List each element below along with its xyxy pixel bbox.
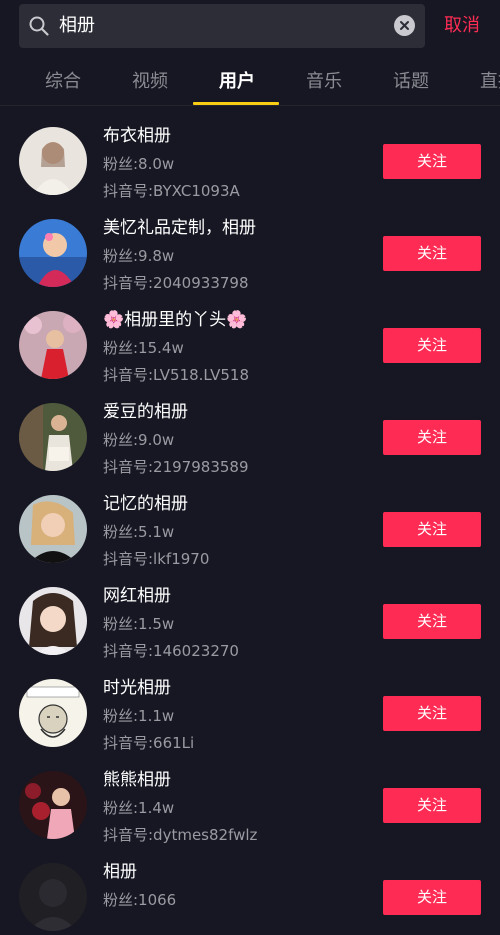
list-item[interactable]: 记忆的相册 粉丝:5.1w 抖音号:lkf1970 关注: [0, 475, 500, 568]
user-id: 抖音号:2040933798: [103, 274, 249, 292]
active-tab-indicator: [193, 102, 279, 105]
follow-button[interactable]: 关注: [383, 604, 481, 639]
search-icon: [29, 16, 49, 36]
cancel-button[interactable]: 取消: [444, 14, 480, 38]
follow-button[interactable]: 关注: [383, 144, 481, 179]
user-name: 熊熊相册: [103, 770, 171, 790]
user-name: 布衣相册: [103, 126, 171, 146]
tab-general[interactable]: 综合: [45, 70, 81, 94]
user-name: 美忆礼品定制，相册: [103, 218, 256, 238]
list-item[interactable]: 爱豆的相册 粉丝:9.0w 抖音号:2197983589 关注: [0, 383, 500, 476]
fans-count: 粉丝:15.4w: [103, 339, 184, 357]
follow-button[interactable]: 关注: [383, 420, 481, 455]
search-query[interactable]: 相册: [59, 14, 95, 38]
list-item[interactable]: 熊熊相册 粉丝:1.4w 抖音号:dytmes82fwlz 关注: [0, 751, 500, 844]
avatar[interactable]: [19, 771, 87, 839]
tab-users[interactable]: 用户: [219, 70, 255, 94]
search-input[interactable]: 相册: [19, 4, 425, 48]
list-item[interactable]: 时光相册 粉丝:1.1w 抖音号:661Li 关注: [0, 659, 500, 752]
fans-count: 粉丝:1.5w: [103, 615, 175, 633]
user-id: 抖音号:lkf1970: [103, 550, 210, 568]
user-name: 时光相册: [103, 678, 171, 698]
clear-icon[interactable]: [394, 15, 415, 36]
list-item[interactable]: 布衣相册 粉丝:8.0w 抖音号:BYXC1093A 关注: [0, 107, 500, 200]
follow-button[interactable]: 关注: [383, 512, 481, 547]
user-id: 抖音号:BYXC1093A: [103, 182, 240, 200]
user-id: 抖音号:661Li: [103, 734, 195, 752]
avatar[interactable]: [19, 495, 87, 563]
follow-button[interactable]: 关注: [383, 696, 481, 731]
user-id: 抖音号:dytmes82fwlz: [103, 826, 258, 844]
follow-button[interactable]: 关注: [383, 880, 481, 915]
list-item[interactable]: 🌸相册里的丫头🌸 粉丝:15.4w 抖音号:LV518.LV518 关注: [0, 291, 500, 384]
fans-count: 粉丝:8.0w: [103, 155, 175, 173]
user-name: 爱豆的相册: [103, 402, 188, 422]
user-name: 🌸相册里的丫头🌸: [103, 310, 248, 330]
fans-count: 粉丝:1.4w: [103, 799, 175, 817]
fans-count: 粉丝:5.1w: [103, 523, 175, 541]
tab-topics[interactable]: 话题: [393, 70, 429, 94]
user-name: 网红相册: [103, 586, 171, 606]
tab-videos[interactable]: 视频: [132, 70, 168, 94]
avatar[interactable]: [19, 403, 87, 471]
list-item[interactable]: 网红相册 粉丝:1.5w 抖音号:146023270 关注: [0, 567, 500, 660]
user-id: 抖音号:146023270: [103, 642, 239, 660]
avatar[interactable]: [19, 587, 87, 655]
avatar[interactable]: [19, 127, 87, 195]
user-id: 抖音号:2197983589: [103, 458, 249, 476]
list-item[interactable]: 相册 粉丝:1066 关注: [0, 843, 500, 935]
avatar[interactable]: [19, 863, 87, 931]
user-name: 相册: [103, 862, 137, 882]
follow-button[interactable]: 关注: [383, 236, 481, 271]
fans-count: 粉丝:1066: [103, 891, 177, 909]
tab-live[interactable]: 直播: [480, 70, 500, 94]
top-bar: 相册 取消: [0, 0, 500, 58]
fans-count: 粉丝:1.1w: [103, 707, 175, 725]
follow-button[interactable]: 关注: [383, 328, 481, 363]
fans-count: 粉丝:9.8w: [103, 247, 175, 265]
follow-button[interactable]: 关注: [383, 788, 481, 823]
user-id: 抖音号:LV518.LV518: [103, 366, 250, 384]
tab-bar: 综合 视频 用户 音乐 话题 直播: [0, 58, 500, 106]
avatar[interactable]: [19, 219, 87, 287]
tab-music[interactable]: 音乐: [306, 70, 342, 94]
avatar[interactable]: [19, 311, 87, 379]
list-item[interactable]: 美忆礼品定制，相册 粉丝:9.8w 抖音号:2040933798 关注: [0, 199, 500, 292]
avatar[interactable]: [19, 679, 87, 747]
user-name: 记忆的相册: [103, 494, 188, 514]
fans-count: 粉丝:9.0w: [103, 431, 175, 449]
